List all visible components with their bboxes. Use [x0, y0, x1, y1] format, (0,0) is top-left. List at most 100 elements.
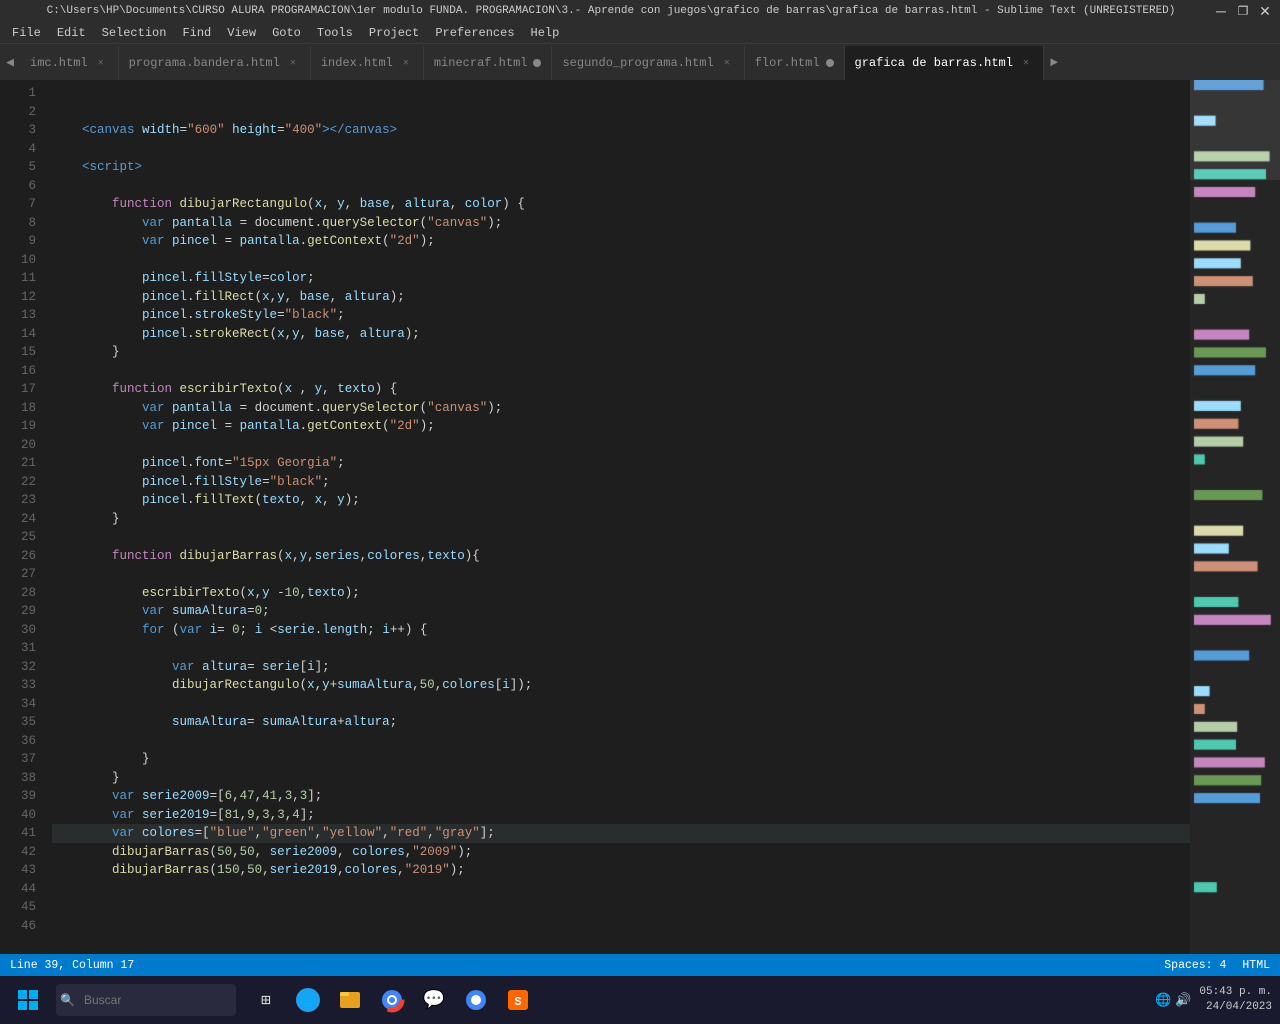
taskbar: 🔍 ⊞ 🌐 💬 S 🌐 🔊 05:43 p. m. 24/04/2023: [0, 976, 1280, 1024]
tab-index[interactable]: index.html ✕: [311, 46, 424, 80]
line-number: 30: [0, 621, 36, 640]
line-number: 39: [0, 787, 36, 806]
line-number: 35: [0, 713, 36, 732]
menu-tools[interactable]: Tools: [309, 24, 361, 42]
menu-selection[interactable]: Selection: [94, 24, 175, 42]
discord-icon[interactable]: 💬: [416, 982, 452, 1018]
titlebar-title: C:\Users\HP\Documents\CURSO ALURA PROGRA…: [8, 5, 1214, 17]
menu-project[interactable]: Project: [361, 24, 427, 42]
line-number: 42: [0, 843, 36, 862]
code-line: var pantalla = document.querySelector("c…: [52, 214, 1190, 233]
minimize-button[interactable]: ─: [1214, 4, 1228, 18]
code-line: dibujarBarras(50,50, serie2009, colores,…: [52, 843, 1190, 862]
line-number: 20: [0, 436, 36, 455]
tab-close-bandera[interactable]: ✕: [286, 56, 300, 70]
code-line: function dibujarRectangulo(x, y, base, a…: [52, 195, 1190, 214]
code-content[interactable]: <canvas width="600" height="400"></canva…: [44, 80, 1190, 954]
tab-segundo[interactable]: segundo_programa.html ✕: [552, 46, 744, 80]
code-line: dibujarBarras(150,50,serie2019,colores,"…: [52, 861, 1190, 880]
sublime-icon[interactable]: S: [500, 982, 536, 1018]
code-line: pincel.strokeRect(x,y, base, altura);: [52, 325, 1190, 344]
menu-help[interactable]: Help: [523, 24, 568, 42]
line-number: 5: [0, 158, 36, 177]
line-number: 25: [0, 528, 36, 547]
search-input[interactable]: [56, 984, 236, 1016]
tab-close-segundo[interactable]: ✕: [720, 56, 734, 70]
clock-time: 05:43 p. m.: [1199, 985, 1272, 1000]
code-line: [52, 362, 1190, 381]
code-line: function dibujarBarras(x,y,series,colore…: [52, 547, 1190, 566]
line-number: 46: [0, 917, 36, 936]
tab-scroll-left[interactable]: ◀: [0, 44, 20, 80]
chrome2-icon[interactable]: [458, 982, 494, 1018]
close-button[interactable]: ✕: [1258, 4, 1272, 18]
line-number: 45: [0, 898, 36, 917]
tab-flor[interactable]: flor.html: [745, 46, 845, 80]
code-line: <canvas width="600" height="400"></canva…: [52, 121, 1190, 140]
restore-button[interactable]: ❐: [1236, 4, 1250, 18]
tab-label: minecraf.html: [434, 56, 528, 70]
line-number: 27: [0, 565, 36, 584]
code-line: var sumaAltura=0;: [52, 602, 1190, 621]
menu-file[interactable]: File: [4, 24, 49, 42]
menu-edit[interactable]: Edit: [49, 24, 94, 42]
tab-label: grafica de barras.html: [855, 56, 1013, 70]
svg-text:S: S: [514, 995, 521, 1009]
tab-label: index.html: [321, 56, 393, 70]
line-number: 13: [0, 306, 36, 325]
code-line: }: [52, 769, 1190, 788]
tabbar: ◀ imc.html ✕ programa.bandera.html ✕ ind…: [0, 44, 1280, 80]
code-line: [52, 880, 1190, 899]
line-number: 9: [0, 232, 36, 251]
tab-bandera[interactable]: programa.bandera.html ✕: [119, 46, 311, 80]
menu-view[interactable]: View: [219, 24, 264, 42]
tab-close-imc[interactable]: ✕: [94, 56, 108, 70]
code-line: pincel.fillText(texto, x, y);: [52, 491, 1190, 510]
tab-minecraf[interactable]: minecraf.html: [424, 46, 553, 80]
code-line: [52, 436, 1190, 455]
tab-close-index[interactable]: ✕: [399, 56, 413, 70]
code-line: var pantalla = document.querySelector("c…: [52, 399, 1190, 418]
search-icon: 🔍: [60, 993, 75, 1008]
code-area: 1234567891011121314151617181920212223242…: [0, 80, 1280, 954]
code-line: pincel.font="15px Georgia";: [52, 454, 1190, 473]
minimap-canvas: [1190, 80, 1280, 900]
code-line: [52, 898, 1190, 917]
line-number: 24: [0, 510, 36, 529]
tab-close-grafica[interactable]: ✕: [1019, 56, 1033, 70]
menu-goto[interactable]: Goto: [264, 24, 309, 42]
tab-grafica[interactable]: grafica de barras.html ✕: [845, 46, 1044, 80]
code-line: var colores=["blue","green","yellow","re…: [52, 824, 1190, 843]
taskview-button[interactable]: ⊞: [248, 982, 284, 1018]
tab-dot-minecraf: [533, 59, 541, 67]
clock: 05:43 p. m. 24/04/2023: [1199, 985, 1272, 1016]
browser-icon[interactable]: 🌐: [290, 982, 326, 1018]
line-number: 12: [0, 288, 36, 307]
line-number: 29: [0, 602, 36, 621]
line-number: 31: [0, 639, 36, 658]
line-number: 44: [0, 880, 36, 899]
line-number: 6: [0, 177, 36, 196]
menu-find[interactable]: Find: [174, 24, 219, 42]
menu-preferences[interactable]: Preferences: [427, 24, 522, 42]
code-line: <script>: [52, 158, 1190, 177]
line-number: 32: [0, 658, 36, 677]
line-number: 17: [0, 380, 36, 399]
line-number: 1: [0, 84, 36, 103]
network-icon: 🌐: [1155, 993, 1171, 1008]
code-line: function escribirTexto(x , y, texto) {: [52, 380, 1190, 399]
chrome-icon[interactable]: [374, 982, 410, 1018]
line-number: 33: [0, 676, 36, 695]
line-number: 28: [0, 584, 36, 603]
line-number: 8: [0, 214, 36, 233]
code-line: pincel.fillStyle="black";: [52, 473, 1190, 492]
start-button[interactable]: [8, 980, 48, 1020]
line-number: 37: [0, 750, 36, 769]
line-number: 40: [0, 806, 36, 825]
line-number: 10: [0, 251, 36, 270]
line-number: 34: [0, 695, 36, 714]
tab-imc[interactable]: imc.html ✕: [20, 46, 119, 80]
code-line: [52, 639, 1190, 658]
tab-scroll-right[interactable]: ►: [1044, 44, 1064, 80]
files-icon[interactable]: [332, 982, 368, 1018]
